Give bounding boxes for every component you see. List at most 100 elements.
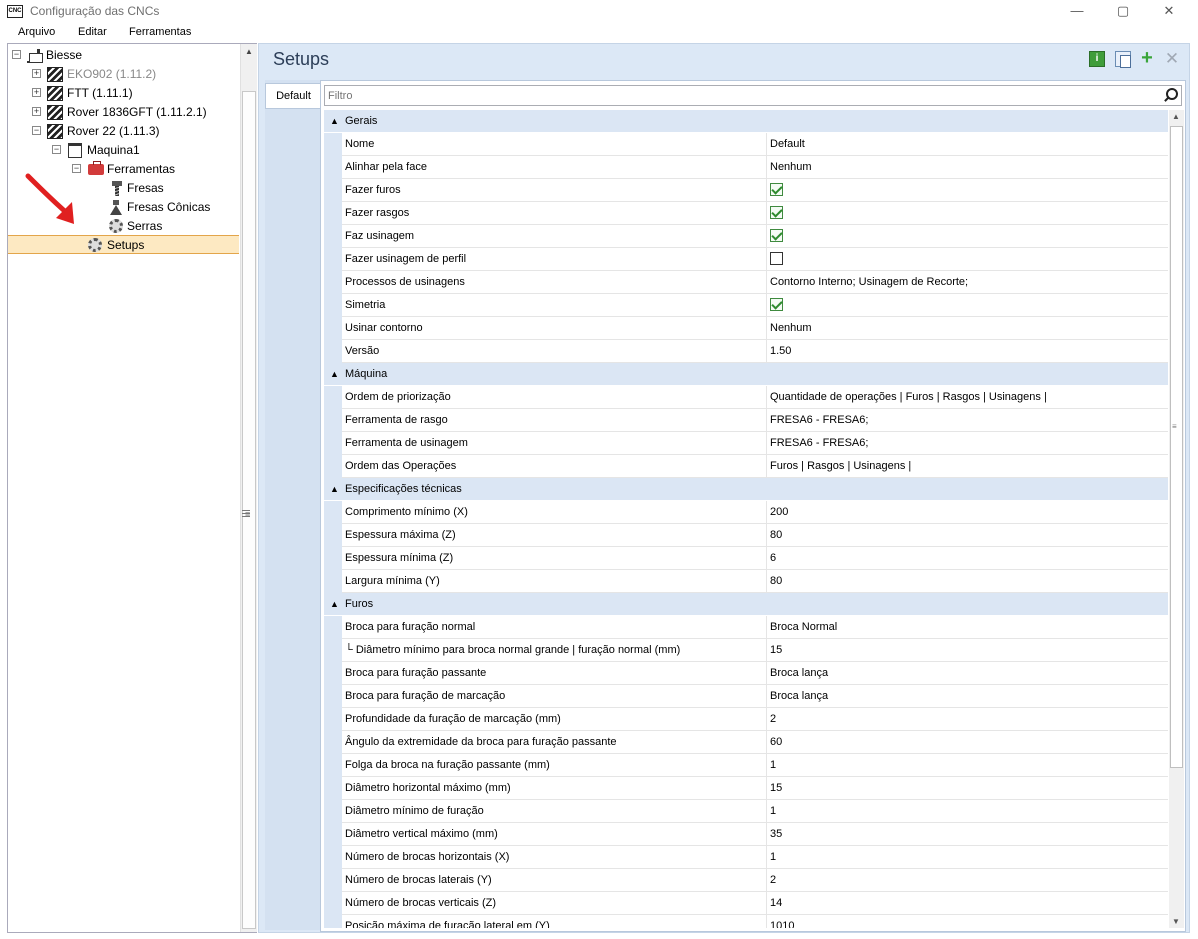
maximize-button[interactable]: ▢: [1100, 0, 1146, 23]
info-button[interactable]: i: [1089, 51, 1105, 67]
collapse-caret-icon[interactable]: ▲: [330, 110, 339, 132]
property-checkbox[interactable]: [770, 205, 783, 219]
property-row[interactable]: Ferramenta de rasgo FRESA6 - FRESA6;: [324, 409, 1168, 432]
property-value[interactable]: 1: [767, 800, 1168, 823]
property-row[interactable]: Broca para furação normal Broca Normal: [324, 616, 1168, 639]
property-value[interactable]: 2: [767, 708, 1168, 731]
property-value[interactable]: Default: [767, 133, 1168, 156]
category-header[interactable]: ▲ Furos: [324, 593, 1168, 616]
property-value[interactable]: 60: [767, 731, 1168, 754]
property-row[interactable]: Usinar contorno Nenhum: [324, 317, 1168, 340]
scroll-thumb[interactable]: [1170, 126, 1183, 768]
property-row[interactable]: Fazer rasgos: [324, 202, 1168, 225]
grid-scrollbar[interactable]: ▲ ≡ ▼: [1169, 110, 1184, 928]
property-value[interactable]: Broca lança: [767, 685, 1168, 708]
property-row[interactable]: Número de brocas laterais (Y) 2: [324, 869, 1168, 892]
property-value[interactable]: FRESA6 - FRESA6;: [767, 432, 1168, 455]
scroll-up-icon[interactable]: ▲: [1172, 112, 1180, 121]
property-row[interactable]: Faz usinagem: [324, 225, 1168, 248]
menu-ferramentas[interactable]: Ferramentas: [129, 26, 191, 38]
property-row[interactable]: Comprimento mínimo (X) 200: [324, 501, 1168, 524]
tree-node-machine[interactable]: + FTT (1.11.1): [8, 84, 238, 103]
property-row[interactable]: Fazer furos: [324, 179, 1168, 202]
property-row[interactable]: Processos de usinagens Contorno Interno; …: [324, 271, 1168, 294]
add-button[interactable]: +: [1139, 48, 1155, 68]
collapse-icon[interactable]: −: [12, 50, 21, 59]
delete-button[interactable]: ✕: [1164, 50, 1180, 67]
collapse-icon[interactable]: −: [32, 126, 41, 135]
property-value[interactable]: [767, 202, 1168, 225]
tree-scrollbar[interactable]: ▲ ≡: [240, 44, 257, 932]
property-row[interactable]: Nome Default: [324, 133, 1168, 156]
menu-arquivo[interactable]: Arquivo: [18, 26, 55, 38]
property-value[interactable]: [767, 179, 1168, 202]
property-row[interactable]: Ferramenta de usinagem FRESA6 - FRESA6;: [324, 432, 1168, 455]
tree-node-machine[interactable]: − Rover 22 (1.11.3): [8, 122, 238, 141]
property-value[interactable]: Nenhum: [767, 156, 1168, 179]
property-row[interactable]: Diâmetro vertical máximo (mm) 35: [324, 823, 1168, 846]
expand-icon[interactable]: +: [32, 88, 41, 97]
collapse-caret-icon[interactable]: ▲: [330, 478, 339, 500]
property-row[interactable]: Ordem das Operações Furos | Rasgos | Usin…: [324, 455, 1168, 478]
property-value[interactable]: Broca lança: [767, 662, 1168, 685]
category-header[interactable]: ▲ Máquina: [324, 363, 1168, 386]
tree-node-maquina1[interactable]: − Maquina1: [8, 141, 238, 160]
property-row[interactable]: Largura mínima (Y) 80: [324, 570, 1168, 593]
property-value[interactable]: [767, 225, 1168, 248]
property-value[interactable]: 1: [767, 846, 1168, 869]
property-row[interactable]: Broca para furação de marcação Broca lanç…: [324, 685, 1168, 708]
property-value[interactable]: 2: [767, 869, 1168, 892]
property-checkbox[interactable]: [770, 228, 783, 242]
property-value[interactable]: 1: [767, 754, 1168, 777]
scroll-up-icon[interactable]: ▲: [245, 47, 253, 56]
tree-node-machine[interactable]: + Rover 1836GFT (1.11.2.1): [8, 103, 238, 122]
tab-default[interactable]: Default: [265, 83, 321, 109]
property-value[interactable]: FRESA6 - FRESA6;: [767, 409, 1168, 432]
property-value[interactable]: [767, 294, 1168, 317]
property-row[interactable]: Espessura máxima (Z) 80: [324, 524, 1168, 547]
expand-icon[interactable]: +: [32, 107, 41, 116]
property-value[interactable]: 6: [767, 547, 1168, 570]
property-row[interactable]: Versão 1.50: [324, 340, 1168, 363]
property-checkbox[interactable]: [770, 297, 783, 311]
close-button[interactable]: ✕: [1146, 0, 1192, 23]
tree-node-machine[interactable]: + EKO902 (1.11.2): [8, 65, 238, 84]
property-row[interactable]: Simetria: [324, 294, 1168, 317]
property-value[interactable]: 15: [767, 777, 1168, 800]
property-row[interactable]: Broca para furação passante Broca lança: [324, 662, 1168, 685]
property-value[interactable]: Contorno Interno; Usinagem de Recorte;: [767, 271, 1168, 294]
property-value[interactable]: 35: [767, 823, 1168, 846]
property-value[interactable]: 14: [767, 892, 1168, 915]
property-value[interactable]: Furos | Rasgos | Usinagens |: [767, 455, 1168, 478]
property-row[interactable]: Espessura mínima (Z) 6: [324, 547, 1168, 570]
property-row[interactable]: Número de brocas verticais (Z) 14: [324, 892, 1168, 915]
collapse-caret-icon[interactable]: ▲: [330, 363, 339, 385]
property-value[interactable]: 80: [767, 524, 1168, 547]
property-value[interactable]: 200: [767, 501, 1168, 524]
property-checkbox[interactable]: [770, 182, 783, 196]
filter-input[interactable]: [325, 86, 1145, 105]
menu-editar[interactable]: Editar: [78, 26, 107, 38]
duplicate-button[interactable]: [1115, 51, 1131, 68]
property-row[interactable]: Número de brocas horizontais (X) 1: [324, 846, 1168, 869]
collapse-icon[interactable]: −: [52, 145, 61, 154]
property-value[interactable]: Quantidade de operações | Furos | Rasgos…: [767, 386, 1168, 409]
property-row[interactable]: Diâmetro mínimo de furação 1: [324, 800, 1168, 823]
property-row[interactable]: Folga da broca na furação passante (mm) 1: [324, 754, 1168, 777]
property-value[interactable]: 80: [767, 570, 1168, 593]
property-row[interactable]: └ Diâmetro mínimo para broca normal gran…: [324, 639, 1168, 662]
property-row[interactable]: Alinhar pela face Nenhum: [324, 156, 1168, 179]
collapse-caret-icon[interactable]: ▲: [330, 593, 339, 615]
property-row[interactable]: Diâmetro horizontal máximo (mm) 15: [324, 777, 1168, 800]
expand-icon[interactable]: +: [32, 69, 41, 78]
tree-node-biesse[interactable]: − Biesse: [8, 46, 238, 65]
property-row[interactable]: Ângulo da extremidade da broca para fura…: [324, 731, 1168, 754]
property-checkbox[interactable]: [770, 251, 783, 265]
property-value[interactable]: 15: [767, 639, 1168, 662]
property-row[interactable]: Fazer usinagem de perfil: [324, 248, 1168, 271]
category-header[interactable]: ▲ Gerais: [324, 110, 1168, 133]
search-icon[interactable]: [1163, 88, 1178, 103]
property-value[interactable]: 1010: [767, 915, 1168, 928]
property-value[interactable]: Nenhum: [767, 317, 1168, 340]
property-value[interactable]: [767, 248, 1168, 271]
